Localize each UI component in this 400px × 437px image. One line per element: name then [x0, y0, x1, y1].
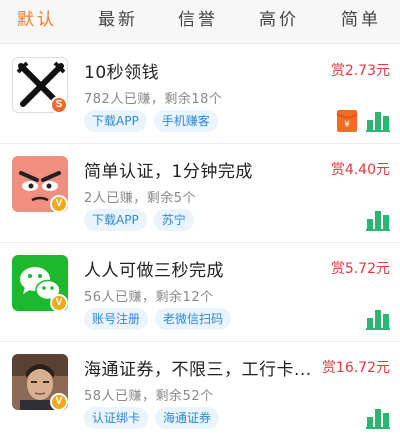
- tab-newest[interactable]: 最新: [83, 0, 153, 44]
- task-title: 10秒领钱: [84, 63, 160, 83]
- task-tags: 账号注册 老微信扫码: [84, 308, 238, 330]
- task-tag: 下载APP: [84, 209, 147, 231]
- task-stats: 782人已赚，剩余18个: [84, 92, 223, 107]
- task-tag: 苏宁: [153, 209, 194, 231]
- task-stats: 56人已赚，剩余12个: [84, 290, 214, 305]
- task-tag: 老微信扫码: [155, 308, 232, 330]
- row-action-icons: ¥: [328, 110, 390, 132]
- task-row[interactable]: S 10秒领钱 782人已赚，剩余18个 下载APP 手机赚客 赏2.73元 ¥: [0, 48, 400, 144]
- task-tags: 认证绑卡 海通证券: [84, 407, 226, 429]
- tab-reputation[interactable]: 信誉: [163, 0, 233, 44]
- task-title: 简单认证，1分钟完成: [84, 162, 253, 182]
- reward-amount: 赏16.72元: [321, 360, 390, 376]
- task-tags: 下载APP 手机赚客: [84, 110, 225, 132]
- grade-badge: V: [50, 195, 68, 213]
- task-tag: 下载APP: [84, 110, 147, 132]
- bar-chart-icon[interactable]: [366, 407, 390, 429]
- svg-text:¥: ¥: [344, 120, 350, 130]
- tab-high-price[interactable]: 高价: [244, 0, 314, 44]
- tab-default[interactable]: 默认: [2, 0, 72, 44]
- reward-amount: 赏5.72元: [330, 261, 390, 277]
- task-tag: 海通证券: [155, 407, 220, 429]
- row-action-icons: [358, 407, 390, 429]
- bar-chart-icon[interactable]: [366, 110, 390, 132]
- red-packet-icon[interactable]: ¥: [336, 110, 358, 132]
- task-row[interactable]: V 简单认证，1分钟完成 2人已赚，剩余5个 下载APP 苏宁 赏4.40元: [0, 147, 400, 243]
- grade-badge: V: [50, 393, 68, 411]
- reward-amount: 赏2.73元: [330, 63, 390, 79]
- task-stats: 58人已赚，剩余52个: [84, 389, 214, 404]
- grade-badge: S: [50, 96, 68, 114]
- task-tag: 手机赚客: [153, 110, 218, 132]
- task-row[interactable]: V 海通证券，不限三，工行卡... 58人已赚，剩余52个 认证绑卡 海通证券 赏…: [0, 345, 400, 437]
- row-action-icons: [358, 308, 390, 330]
- task-tag: 认证绑卡: [84, 407, 149, 429]
- bar-chart-icon[interactable]: [366, 308, 390, 330]
- grade-badge: V: [50, 294, 68, 312]
- task-title: 海通证券，不限三，工行卡...: [84, 360, 312, 380]
- row-action-icons: [358, 209, 390, 231]
- task-title: 人人可做三秒完成: [84, 261, 224, 281]
- bar-chart-icon[interactable]: [366, 209, 390, 231]
- task-row[interactable]: V 人人可做三秒完成 56人已赚，剩余12个 账号注册 老微信扫码 赏5.72元: [0, 246, 400, 342]
- task-tags: 下载APP 苏宁: [84, 209, 201, 231]
- filter-tab-bar: 默认 最新 信誉 高价 简单: [0, 0, 400, 44]
- reward-amount: 赏4.40元: [330, 162, 390, 178]
- task-tag: 账号注册: [84, 308, 149, 330]
- task-stats: 2人已赚，剩余5个: [84, 191, 197, 206]
- tab-simple[interactable]: 简单: [326, 0, 396, 44]
